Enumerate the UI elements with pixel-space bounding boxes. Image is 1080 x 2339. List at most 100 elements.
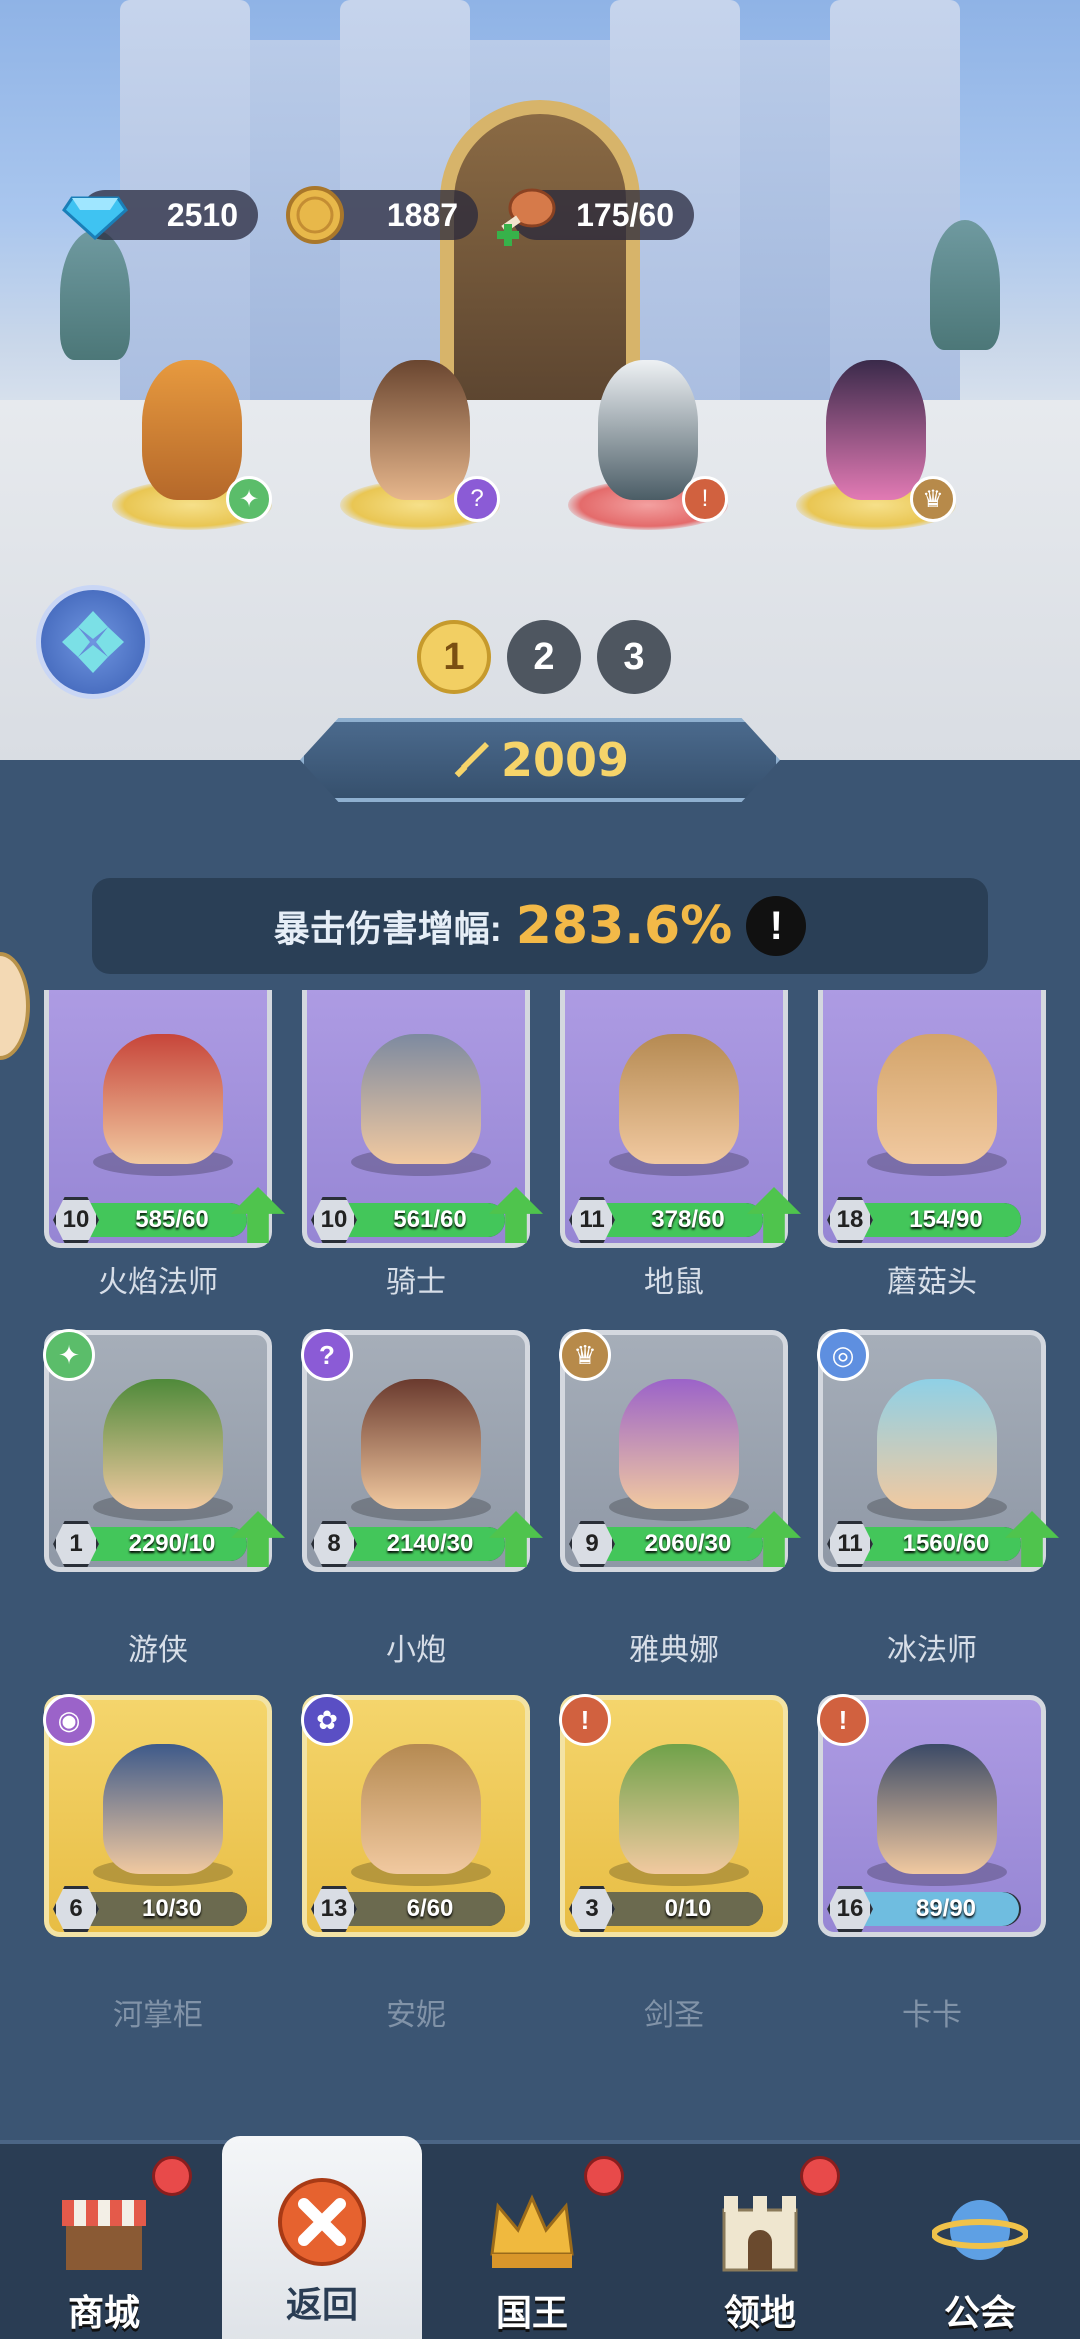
hero-card[interactable]: 378/60 11 [560,990,801,1248]
hero-card[interactable]: 561/60 10 [302,990,543,1248]
bottom-nav: 商城 返回 国王 领地 公会 [0,2136,1080,2339]
hero-card[interactable]: ◉ 10/30 6 [43,1694,272,1937]
stamina-value: 175/60 [576,196,674,233]
sword-power-icon [454,742,489,778]
dpad-icon [62,611,124,673]
notification-dot [800,2156,840,2196]
nav-guild-label: 公会 [943,2292,1016,2333]
nav-king-label: 国王 [495,2292,568,2333]
hero-portrait [103,1379,223,1509]
hero-progress-text: 154/90 [909,1206,983,1233]
hero-progress-text: 585/60 [135,1206,209,1233]
team-hero-singer[interactable]: ♛ [796,360,956,530]
hero-progress-bar: 6/60 13 [311,1886,505,1932]
power-value: 2009 [500,733,630,787]
hero-progress-text: 2290/10 [128,1530,216,1557]
info-button[interactable]: ! [746,896,807,956]
hero-progress-text: 2060/30 [644,1530,732,1557]
hero-progress-bar: 2140/30 8 [311,1521,505,1567]
hero-card[interactable]: ! 89/90 16 [817,1694,1046,1937]
hero-progress-bar: 2290/10 1 [53,1521,247,1567]
team-hero-laurel[interactable]: ? [340,360,500,530]
hero-portrait [619,1744,739,1874]
nav-territory[interactable]: 领地 [660,2144,860,2339]
hero-portrait [619,1379,739,1509]
castle-icon [722,2196,798,2272]
nav-king[interactable]: 国王 [432,2144,632,2339]
hero-progress-text: 378/60 [651,1206,725,1233]
nav-shop-label: 商城 [67,2292,140,2333]
stamina-counter[interactable]: 175/60 [497,188,694,246]
hero-progress-text: 6/60 [406,1895,454,1922]
nav-shop[interactable]: 商城 [4,2144,204,2339]
hero-progress-bar: 585/60 10 [53,1197,247,1243]
hero-portrait [877,1379,997,1509]
hero-name: 卡卡 [902,1999,962,2032]
hero-progress-bar: 89/90 16 [827,1886,1021,1932]
crown-wing-icon: ♛ [559,1329,611,1381]
nav-back[interactable]: 返回 [222,2136,422,2339]
crown-icon [490,2194,574,2268]
hero-card[interactable]: ? 2140/30 8 [301,1329,543,1572]
hero-card[interactable]: 154/90 18 [818,990,1046,1248]
hero-portrait [361,1744,481,1874]
hero-card[interactable]: ◎ 1560/60 11 [817,1329,1059,1572]
hero-name: 骑士 [386,1266,446,1299]
hero-progress-bar: 378/60 11 [569,1197,763,1243]
hero-progress-bar: 0/10 3 [569,1886,763,1932]
hero-name: 雅典娜 [629,1634,719,1667]
hero-card[interactable]: 585/60 10 [44,990,285,1248]
coin-icon [282,182,348,248]
hero-portrait [103,1034,223,1164]
sword-icon: ! [559,1694,611,1746]
hero-progress-bar: 561/60 10 [311,1197,505,1243]
coins-value: 1887 [386,196,458,233]
hero-card[interactable]: ✦ 2290/10 1 [43,1329,285,1572]
hero-progress-bar: 154/90 18 [827,1197,1021,1243]
hero-progress-bar: 1560/60 11 [827,1521,1021,1567]
stat-label: 暴击伤害增幅: [273,908,502,949]
hero-name: 剑圣 [644,1999,704,2032]
hero-progress-text: 0/10 [664,1895,712,1922]
crown-wing-icon: ♛ [910,476,956,522]
sword-icon: ! [817,1694,869,1746]
shop-icon [62,2200,146,2270]
gems-counter[interactable]: 2510 [62,190,258,240]
close-icon [278,2178,366,2266]
hero-card[interactable]: ! 0/10 3 [559,1694,788,1937]
constellation-icon: ✦ [226,476,272,522]
hero-progress-text: 1560/60 [902,1530,990,1557]
hero-card[interactable]: ♛ 2060/30 9 [559,1329,801,1572]
coins-counter[interactable]: 1887 [286,186,478,244]
hero-portrait [103,1744,223,1874]
nav-back-label: 返回 [285,2284,358,2325]
constellation-icon: ✦ [43,1329,95,1381]
team-hero-spearman[interactable]: ! [568,360,728,530]
power-banner: 2009 [300,718,780,802]
question-icon: ? [301,1329,353,1381]
formation-menu-button[interactable] [36,585,150,699]
gems-value: 2510 [166,196,238,233]
hero-name: 冰法师 [887,1634,977,1667]
hero-name: 安妮 [386,1999,446,2032]
team-page-1[interactable]: 1 [417,620,491,694]
hero-progress-bar: 10/30 6 [53,1886,247,1932]
spiral-icon: ◎ [817,1329,869,1381]
crit-damage-stat: 暴击伤害增幅: 283.6% ! [92,878,988,974]
notification-dot [152,2156,192,2196]
nav-guild[interactable]: 公会 [880,2144,1080,2339]
team-hero-raccoon[interactable]: ✦ [112,360,272,530]
hero-card[interactable]: ✿ 6/60 13 [301,1694,530,1937]
hero-portrait [877,1034,997,1164]
planet-icon [932,2200,1028,2260]
hero-portrait [877,1744,997,1874]
eye-icon: ◉ [43,1694,95,1746]
team-page-3[interactable]: 3 [597,620,671,694]
stat-value: 283.6% [515,896,733,956]
diamond-icon [62,182,128,248]
hero-portrait [361,1379,481,1509]
question-icon: ? [454,476,500,522]
hero-progress-text: 2140/30 [386,1530,474,1557]
team-page-2[interactable]: 2 [507,620,581,694]
hero-name: 河掌柜 [113,1999,203,2032]
